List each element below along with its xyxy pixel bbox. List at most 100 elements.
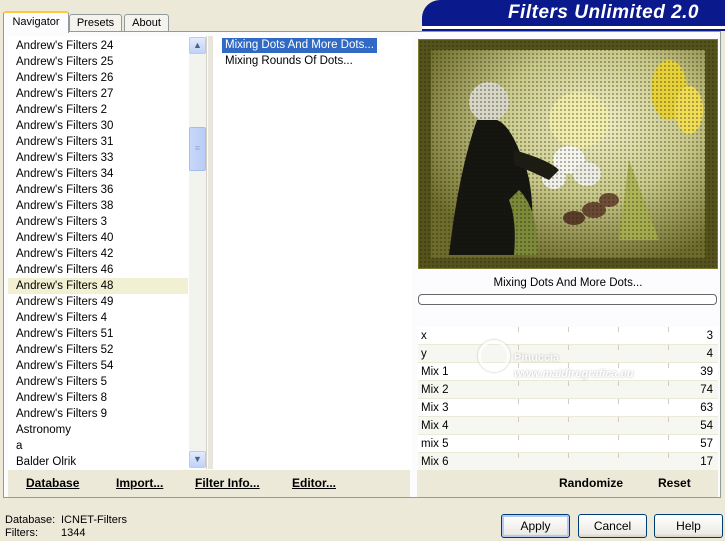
param-value[interactable]: 54 — [700, 417, 713, 435]
preview-actions-bar: Randomize Reset — [417, 470, 718, 497]
slider-tick — [668, 381, 669, 386]
filter-info-button[interactable]: Filter Info... — [195, 476, 260, 490]
category-item[interactable]: Andrew's Filters 25 — [8, 54, 188, 70]
param-value[interactable]: 3 — [707, 327, 713, 345]
param-row[interactable]: Mix 1 39 — [418, 363, 718, 381]
slider-tick — [618, 453, 619, 458]
slider-tick — [668, 399, 669, 404]
reset-button[interactable]: Reset — [658, 476, 691, 490]
category-item[interactable]: Andrew's Filters 26 — [8, 70, 188, 86]
param-row[interactable]: Mix 3 63 — [418, 399, 718, 417]
slider-tick — [618, 327, 619, 332]
param-row[interactable]: x3 — [418, 327, 718, 345]
param-row[interactable]: y4 — [418, 345, 718, 363]
category-item[interactable]: Balder Olrik — [8, 454, 188, 470]
slider-tick — [568, 345, 569, 350]
slider-tick — [568, 417, 569, 422]
param-row[interactable]: Mix 4 54 — [418, 417, 718, 435]
database-info: Database: ICNET-Filters Filters: 1344 — [5, 514, 127, 540]
tab-presets[interactable]: Presets — [69, 14, 122, 32]
category-item[interactable]: Andrew's Filters 4 — [8, 310, 188, 326]
category-item[interactable]: Andrew's Filters 5 — [8, 374, 188, 390]
category-item[interactable]: Andrew's Filters 42 — [8, 246, 188, 262]
param-row[interactable]: mix 5 57 — [418, 435, 718, 453]
chevron-down-icon: ▼ — [193, 454, 202, 464]
apply-button[interactable]: Apply — [501, 514, 570, 538]
slider-tick — [518, 417, 519, 422]
grip-icon: ≡ — [194, 143, 201, 153]
param-value[interactable]: 63 — [700, 399, 713, 417]
slider-tick — [518, 453, 519, 458]
preview-image[interactable] — [418, 39, 718, 269]
category-item[interactable]: Andrew's Filters 24 — [8, 38, 188, 54]
slider-tick — [568, 363, 569, 368]
category-item[interactable]: Astronomy — [8, 422, 188, 438]
param-row[interactable]: Mix 2 74 — [418, 381, 718, 399]
help-button[interactable]: Help — [654, 514, 723, 538]
slider-tick — [518, 435, 519, 440]
slider-tick — [518, 381, 519, 386]
category-item[interactable]: Andrew's Filters 34 — [8, 166, 188, 182]
tab-about[interactable]: About — [124, 14, 169, 32]
scroll-thumb[interactable]: ≡ — [189, 127, 206, 171]
parameter-list: x 3 y 4 Mix 1 39 Mix 2 74 Mix 3 63 Mix 4 54 mix 5 57 M… — [418, 327, 718, 471]
param-label: Mix 4 — [421, 420, 449, 432]
category-item[interactable]: Andrew's Filters 31 — [8, 134, 188, 150]
param-value[interactable]: 4 — [707, 345, 713, 363]
param-label: Mix 3 — [421, 402, 449, 414]
category-item[interactable]: Andrew's Filters 8 — [8, 390, 188, 406]
param-label: Mix 1 — [421, 366, 449, 378]
category-item[interactable]: Andrew's Filters 38 — [8, 198, 188, 214]
slider-tick — [618, 363, 619, 368]
app-title: Filters Unlimited 2.0 — [507, 2, 699, 23]
slider-tick — [668, 363, 669, 368]
category-item[interactable]: Andrew's Filters 48 — [8, 278, 188, 294]
editor-button[interactable]: Editor... — [292, 476, 336, 490]
filter-list[interactable]: Mixing Dots And More Dots... Mixing Roun… — [213, 36, 412, 469]
category-item[interactable]: Andrew's Filters 2 — [8, 102, 188, 118]
slider-tick — [518, 363, 519, 368]
param-row[interactable]: Mix 6 17 — [418, 453, 718, 471]
slider-tick — [518, 399, 519, 404]
preview-filter-name: Mixing Dots And More Dots... — [493, 277, 643, 289]
slider-tick — [518, 345, 519, 350]
filter-item-mixing-dots-and-more-dots[interactable]: Mixing Dots And More Dots... — [222, 38, 377, 53]
category-list[interactable]: Andrew's Filters 24 Andrew's Filters 25 An… — [8, 36, 207, 469]
cancel-button[interactable]: Cancel — [578, 514, 647, 538]
slider-tick — [668, 435, 669, 440]
randomize-button[interactable]: Randomize — [559, 476, 623, 490]
tab-navigator[interactable]: Navigator — [3, 11, 69, 33]
slider-tick — [568, 399, 569, 404]
category-item[interactable]: a — [8, 438, 188, 454]
database-button[interactable]: Database — [26, 476, 79, 490]
param-value[interactable]: 74 — [700, 381, 713, 399]
category-item[interactable]: Andrew's Filters 33 — [8, 150, 188, 166]
scroll-down-button[interactable]: ▼ — [189, 451, 206, 468]
category-item[interactable]: Andrew's Filters 30 — [8, 118, 188, 134]
category-item[interactable]: Andrew's Filters 3 — [8, 214, 188, 230]
param-value[interactable]: 39 — [700, 363, 713, 381]
category-scrollbar[interactable]: ▲ ≡ ▼ — [189, 37, 206, 468]
category-item[interactable]: Andrew's Filters 9 — [8, 406, 188, 422]
category-item[interactable]: Andrew's Filters 36 — [8, 182, 188, 198]
import-button[interactable]: Import... — [116, 476, 163, 490]
slider-tick — [568, 381, 569, 386]
filter-item-mixing-rounds-of-dots[interactable]: Mixing Rounds Of Dots... — [222, 54, 356, 69]
category-items: Andrew's Filters 24 Andrew's Filters 25 An… — [8, 38, 188, 470]
category-item[interactable]: Andrew's Filters 49 — [8, 294, 188, 310]
category-item[interactable]: Andrew's Filters 40 — [8, 230, 188, 246]
param-label: Mix 6 — [421, 456, 449, 468]
slider-tick — [618, 417, 619, 422]
param-value[interactable]: 17 — [700, 453, 713, 471]
category-item[interactable]: Andrew's Filters 52 — [8, 342, 188, 358]
category-item[interactable]: Andrew's Filters 51 — [8, 326, 188, 342]
slider-tick — [668, 417, 669, 422]
scroll-up-button[interactable]: ▲ — [189, 37, 206, 54]
param-value[interactable]: 57 — [700, 435, 713, 453]
category-item[interactable]: Andrew's Filters 54 — [8, 358, 188, 374]
category-item[interactable]: Andrew's Filters 27 — [8, 86, 188, 102]
progress-bar — [418, 294, 717, 305]
category-item[interactable]: Andrew's Filters 46 — [8, 262, 188, 278]
database-label: Database: — [5, 514, 56, 526]
slider-tick — [568, 435, 569, 440]
